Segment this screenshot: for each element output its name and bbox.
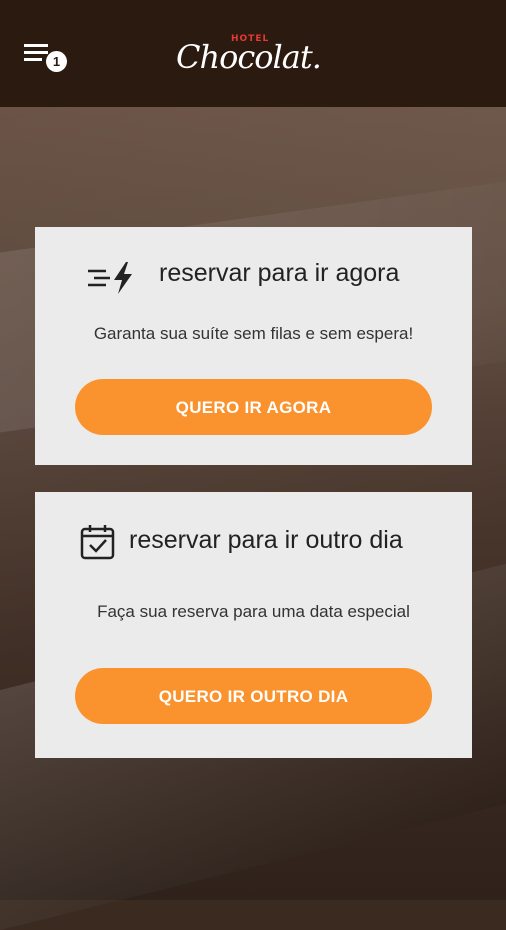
app-header: 1 HOTEL Chocolat.: [0, 0, 506, 107]
reserve-now-card: reservar para ir agora Garanta sua suíte…: [35, 227, 472, 465]
notification-badge: 1: [46, 51, 67, 72]
fast-lightning-icon: [88, 262, 132, 294]
go-other-day-button[interactable]: QUERO IR OUTRO DIA: [75, 668, 432, 724]
go-now-button[interactable]: QUERO IR AGORA: [75, 379, 432, 435]
hotel-chocolat-logo: HOTEL Chocolat.: [176, 34, 336, 78]
calendar-check-icon: [80, 525, 115, 560]
card-title: reservar para ir agora: [159, 259, 400, 287]
menu-button[interactable]: 1: [24, 42, 70, 74]
card-subtitle: Garanta sua suíte sem filas e sem espera…: [93, 324, 414, 343]
logo-chocolat-text: Chocolat.: [176, 38, 322, 76]
card-title: reservar para ir outro dia: [129, 526, 403, 554]
card-subtitle: Faça sua reserva para uma data especial: [97, 602, 410, 621]
reserve-other-day-card: reservar para ir outro dia Faça sua rese…: [35, 492, 472, 758]
